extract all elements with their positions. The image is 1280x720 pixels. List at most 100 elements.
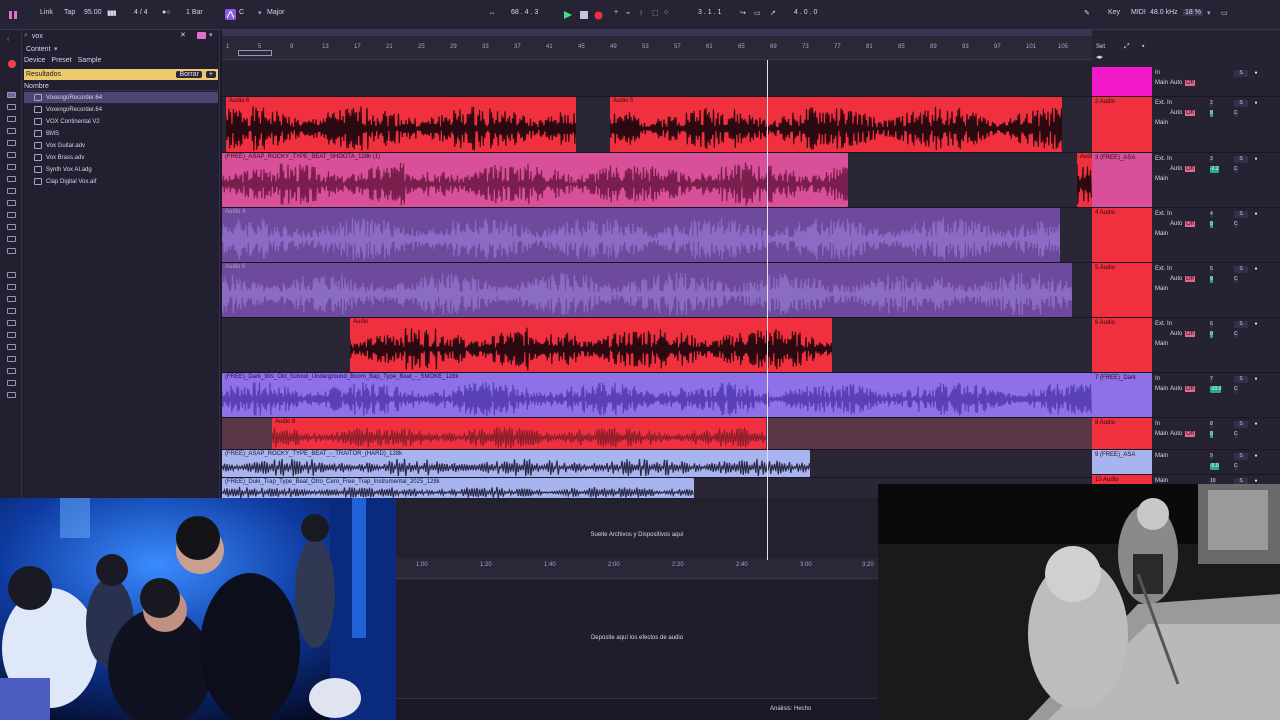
add-result-button[interactable]: + xyxy=(205,71,216,78)
beat-ruler[interactable]: 1 5 9 13 17 21 25 29 33 37 41 45 49 53 57 61 65 69 73 77 81 8… xyxy=(222,30,1092,60)
input-select[interactable]: In xyxy=(1155,376,1160,382)
places-icon[interactable] xyxy=(7,392,16,398)
song-position-field[interactable]: 68 . 4 . 3 xyxy=(511,9,538,16)
pan-field[interactable]: C xyxy=(1234,386,1238,393)
audio-clip[interactable]: Audio xyxy=(1077,153,1092,207)
pan-field[interactable]: C xyxy=(1234,276,1238,283)
arm-icon[interactable]: ● xyxy=(1252,211,1260,218)
places-icon[interactable] xyxy=(7,344,16,350)
quantize-select[interactable]: 1 Bar xyxy=(186,9,203,16)
track-name[interactable]: 8 Audio xyxy=(1092,418,1152,449)
list-item[interactable]: Synth Vox AI.adg xyxy=(24,164,92,175)
category-icon[interactable] xyxy=(7,116,16,122)
track-header[interactable]: 3 (FREE)_ASA Ext. In Auto Off Main 3 -2.2 C S ● xyxy=(1092,153,1280,208)
volume-field[interactable]: -10.0 xyxy=(1210,386,1222,393)
audio-clip[interactable]: (FREE)_Dark_90s_Old_School_Underground_B… xyxy=(222,373,1092,417)
list-item[interactable]: VOX Continental V2 xyxy=(24,116,100,127)
metronome-icon[interactable]: ▮▮▮ xyxy=(107,9,117,17)
device-panel[interactable]: Deposite aquí los efectos de audio xyxy=(396,578,878,698)
time-ruler[interactable]: 1:00 1:20 1:40 2:00 2:20 2:40 3:00 3:20 xyxy=(396,558,878,578)
automation-arm-icon[interactable]: ⌁ xyxy=(626,9,630,17)
audio-clip[interactable]: Audio 5 xyxy=(610,97,1062,152)
audio-clip[interactable]: Audio 6 xyxy=(222,263,1072,317)
category-icon[interactable] xyxy=(7,152,16,158)
solo-button[interactable]: S xyxy=(1234,211,1248,218)
output-select[interactable]: Main xyxy=(1155,176,1168,182)
off-monitor-button[interactable]: Off xyxy=(1185,386,1195,392)
list-item[interactable]: VoxengoRecorder.64 xyxy=(24,104,102,115)
arrangement-follow-icon[interactable]: ⇔ xyxy=(488,8,496,17)
tempo-field[interactable]: 95.00 xyxy=(84,9,102,16)
solo-button[interactable]: S xyxy=(1234,453,1248,460)
places-icon[interactable] xyxy=(7,320,16,326)
session-record-icon[interactable]: ⬚ xyxy=(652,9,659,17)
view-toggle-icon[interactable] xyxy=(8,8,20,22)
loop-icon[interactable]: ○ xyxy=(664,9,668,16)
places-icon[interactable] xyxy=(7,296,16,302)
track-name[interactable] xyxy=(1092,67,1152,96)
track-name[interactable]: 2 Audio xyxy=(1092,97,1152,152)
record-mode-icon[interactable]: ●○ xyxy=(162,9,170,16)
search-bar[interactable]: ⌕ vox xyxy=(24,31,196,41)
drop-zone[interactable]: Suelte Archivos y Dispositivos aquí 1:00… xyxy=(396,498,878,578)
audio-clip[interactable]: (FREE)_Duki_Trap_Type_Beat_Otro_Cero_Fre… xyxy=(222,478,694,498)
input-select[interactable]: Ext. In xyxy=(1155,156,1172,162)
playhead-cursor[interactable] xyxy=(767,60,768,560)
clear-results-button[interactable]: Borrar xyxy=(176,71,202,78)
arm-icon[interactable]: ● xyxy=(1252,266,1260,273)
volume-field[interactable]: 0 xyxy=(1210,276,1213,283)
auto-monitor-button[interactable]: Auto xyxy=(1170,386,1182,392)
volume-field[interactable]: 0 xyxy=(1210,331,1213,338)
pan-field[interactable]: C xyxy=(1234,331,1238,338)
column-header[interactable]: Nombre xyxy=(24,82,218,91)
off-monitor-button[interactable]: Off xyxy=(1185,80,1195,86)
category-icon[interactable] xyxy=(7,200,16,206)
off-monitor-button[interactable]: Off xyxy=(1185,110,1195,116)
arm-icon[interactable]: ● xyxy=(1252,453,1260,460)
arm-icon[interactable]: ● xyxy=(1252,70,1260,77)
volume-field[interactable]: 0 xyxy=(1210,221,1213,228)
overview-bar[interactable] xyxy=(222,30,1092,36)
solo-button[interactable]: S xyxy=(1234,266,1248,273)
audio-clip[interactable]: (FREE)_ASAP_ROCKY_TYPE_BEAT_-_TRAITOR_(H… xyxy=(222,450,810,477)
category-icon[interactable] xyxy=(7,92,16,98)
meter-field[interactable]: 4 / 4 xyxy=(134,9,148,16)
places-icon[interactable] xyxy=(7,380,16,386)
auto-monitor-button[interactable]: Auto xyxy=(1170,276,1182,282)
lock-icon[interactable]: ▪ xyxy=(1142,43,1144,50)
volume-field[interactable]: -6.0 xyxy=(1210,463,1219,470)
output-select[interactable]: Main xyxy=(1155,120,1168,126)
track-number[interactable]: 7 xyxy=(1210,376,1213,383)
track-header[interactable]: In Auto Off Main S ● xyxy=(1092,67,1280,97)
category-icon[interactable] xyxy=(7,188,16,194)
list-item[interactable]: Vox Brass.adv xyxy=(24,152,84,163)
midi-map-button[interactable]: MIDI xyxy=(1131,9,1146,16)
filter-icon[interactable] xyxy=(197,32,206,39)
auto-monitor-button[interactable]: Auto xyxy=(1170,80,1182,86)
draw-mode-icon[interactable]: ▭ xyxy=(754,9,761,17)
solo-button[interactable]: S xyxy=(1234,100,1248,107)
solo-button[interactable]: S xyxy=(1234,156,1248,163)
content-dropdown[interactable]: Content xyxy=(26,46,51,53)
key-map-button[interactable]: Key xyxy=(1108,9,1120,16)
list-item[interactable]: Vox Guitar.adv xyxy=(24,140,85,151)
pan-field[interactable]: C xyxy=(1234,110,1238,117)
arm-icon[interactable]: ● xyxy=(1252,321,1260,328)
arm-icon[interactable]: ● xyxy=(1252,100,1260,107)
category-icon[interactable] xyxy=(7,224,16,230)
off-monitor-button[interactable]: Off xyxy=(1185,221,1195,227)
pan-field[interactable]: C xyxy=(1234,431,1238,438)
track-number[interactable]: 2 xyxy=(1210,100,1213,107)
search-input[interactable]: vox xyxy=(32,33,43,40)
audio-clip[interactable]: (FREE)_ASAP_ROCKY_TYPE_BEAT_SHOOTA_128k … xyxy=(222,153,848,207)
off-monitor-button[interactable]: Off xyxy=(1185,166,1195,172)
track-name[interactable]: 5 Audio xyxy=(1092,263,1152,317)
expand-icon[interactable]: ⤢ xyxy=(1124,43,1130,51)
key-select[interactable]: C xyxy=(239,9,244,16)
punch-in-icon[interactable]: ↪ xyxy=(740,9,746,17)
track-name[interactable]: 3 (FREE)_ASA xyxy=(1092,153,1152,207)
track-header[interactable]: 8 Audio In Auto Off Main 8 0 C S ● xyxy=(1092,418,1280,450)
tap-button[interactable]: Tap xyxy=(64,9,75,16)
arrangement-view[interactable]: 1 5 9 13 17 21 25 29 33 37 41 45 49 53 57 61 65 69 73 77 81 8… xyxy=(222,30,1092,498)
auto-monitor-button[interactable]: Auto xyxy=(1170,431,1182,437)
